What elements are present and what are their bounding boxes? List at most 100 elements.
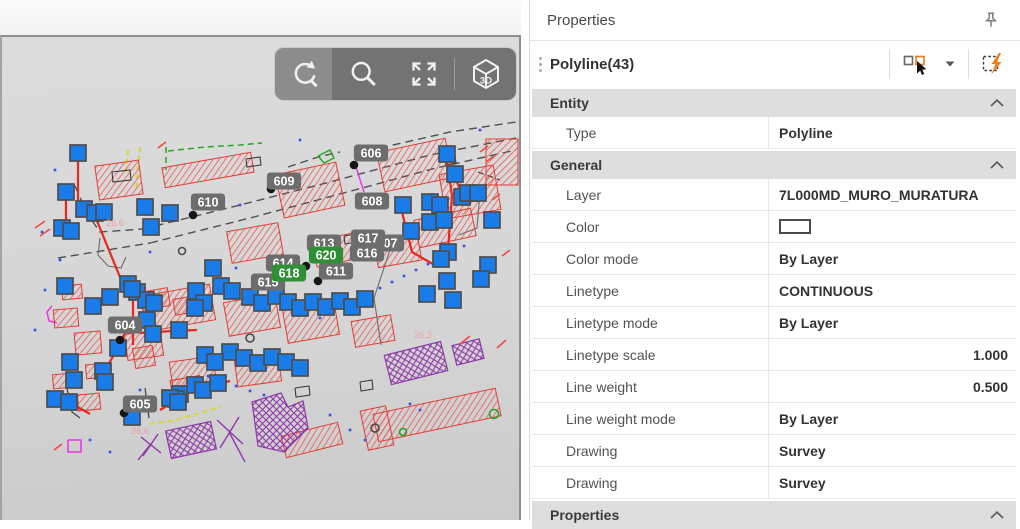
drawing-viewport: 26.626.326.66096106066086076166176136156… bbox=[0, 0, 521, 520]
survey-drawing[interactable]: 26.626.326.66096106066086076166176136156… bbox=[2, 37, 519, 520]
survey-marker[interactable] bbox=[102, 289, 118, 305]
prop-value[interactable]: 1.000 bbox=[769, 339, 1016, 370]
drag-handle-icon[interactable] bbox=[539, 63, 542, 66]
section-header-entity[interactable]: Entity bbox=[532, 89, 1016, 117]
quick-select-button[interactable] bbox=[980, 50, 1008, 78]
pick-entities-button[interactable] bbox=[901, 51, 932, 78]
survey-marker[interactable] bbox=[395, 197, 411, 213]
prop-value[interactable]: By Layer bbox=[769, 307, 1016, 338]
survey-marker[interactable] bbox=[432, 197, 448, 213]
map-label-617[interactable]: 617 bbox=[351, 230, 385, 247]
prop-row-drawing: DrawingSurvey bbox=[532, 467, 1016, 499]
zoom-button[interactable] bbox=[332, 48, 393, 100]
map-label-606[interactable]: 606 bbox=[354, 145, 388, 162]
dimension-text: 26.3 bbox=[414, 330, 432, 340]
prop-name: Color mode bbox=[532, 243, 769, 274]
survey-marker[interactable] bbox=[171, 322, 187, 338]
prop-value[interactable]: By Layer bbox=[769, 403, 1016, 434]
survey-marker[interactable] bbox=[187, 300, 203, 316]
collapse-chevron-icon[interactable] bbox=[990, 161, 1004, 169]
survey-marker[interactable] bbox=[439, 273, 455, 289]
survey-marker[interactable] bbox=[470, 185, 486, 201]
survey-marker[interactable] bbox=[124, 281, 140, 297]
survey-marker[interactable] bbox=[162, 205, 178, 221]
survey-marker[interactable] bbox=[210, 375, 226, 391]
map-label-608[interactable]: 608 bbox=[355, 193, 389, 210]
map-label-618[interactable]: 618 bbox=[272, 265, 306, 282]
svg-text:616: 616 bbox=[357, 247, 378, 261]
prop-name: Linetype bbox=[532, 275, 769, 306]
prop-name: Drawing bbox=[532, 435, 769, 466]
map-label-611[interactable]: 611 bbox=[319, 263, 353, 280]
pick-entities-icon bbox=[903, 53, 930, 76]
survey-marker[interactable] bbox=[97, 374, 113, 390]
prop-row-color-mode: Color modeBy Layer bbox=[532, 243, 1016, 275]
pin-icon[interactable] bbox=[982, 11, 1000, 29]
map-canvas[interactable]: 26.626.326.66096106066086076166176136156… bbox=[0, 35, 521, 520]
pick-mode-dropdown[interactable] bbox=[943, 59, 957, 69]
survey-marker[interactable] bbox=[436, 212, 452, 228]
prop-name: Drawing bbox=[532, 467, 769, 498]
prop-value[interactable] bbox=[769, 211, 1016, 242]
zoom-extents-button[interactable] bbox=[393, 48, 454, 100]
prop-row-layer: Layer7L000MD_MURO_MURATURA bbox=[532, 179, 1016, 211]
prop-value[interactable]: CONTINUOUS bbox=[769, 275, 1016, 306]
survey-marker[interactable] bbox=[447, 166, 463, 182]
survey-marker[interactable] bbox=[484, 212, 500, 228]
survey-marker[interactable] bbox=[433, 251, 449, 267]
separator bbox=[889, 49, 890, 79]
survey-marker[interactable] bbox=[146, 295, 162, 311]
svg-text:605: 605 bbox=[130, 398, 151, 412]
survey-marker[interactable] bbox=[145, 326, 161, 342]
survey-marker[interactable] bbox=[207, 354, 223, 370]
survey-marker[interactable] bbox=[85, 298, 101, 314]
prop-value[interactable]: Polyline bbox=[769, 117, 1016, 148]
section-label: Entity bbox=[550, 95, 589, 111]
svg-text:610: 610 bbox=[198, 196, 219, 210]
survey-marker[interactable] bbox=[57, 278, 73, 294]
map-label-616[interactable]: 616 bbox=[350, 245, 384, 262]
prop-value[interactable]: By Layer bbox=[769, 243, 1016, 274]
survey-marker[interactable] bbox=[170, 394, 186, 410]
section-header-general[interactable]: General bbox=[532, 151, 1016, 179]
survey-marker[interactable] bbox=[445, 292, 461, 308]
prop-row-linetype-scale: Linetype scale1.000 bbox=[532, 339, 1016, 371]
survey-marker[interactable] bbox=[58, 184, 74, 200]
survey-marker[interactable] bbox=[61, 394, 77, 410]
survey-marker[interactable] bbox=[473, 271, 489, 287]
section-header-properties[interactable]: Properties bbox=[532, 501, 1016, 529]
collapse-chevron-icon[interactable] bbox=[990, 511, 1004, 519]
survey-marker[interactable] bbox=[224, 283, 240, 299]
survey-marker[interactable] bbox=[137, 199, 153, 215]
prop-value[interactable]: Survey bbox=[769, 467, 1016, 498]
prop-value[interactable]: Survey bbox=[769, 435, 1016, 466]
prop-name: Linetype scale bbox=[532, 339, 769, 370]
view-3d-button[interactable]: 3D bbox=[455, 48, 516, 100]
survey-marker[interactable] bbox=[357, 291, 373, 307]
map-label-620[interactable]: 620 bbox=[309, 247, 343, 264]
survey-marker[interactable] bbox=[62, 354, 78, 370]
map-label-609[interactable]: 609 bbox=[267, 173, 301, 190]
survey-marker[interactable] bbox=[439, 146, 455, 162]
cube-3d-label: 3D bbox=[479, 76, 491, 87]
survey-marker[interactable] bbox=[70, 145, 86, 161]
map-label-604[interactable]: 604 bbox=[108, 317, 142, 334]
survey-marker[interactable] bbox=[292, 360, 308, 376]
survey-marker[interactable] bbox=[143, 219, 159, 235]
survey-marker[interactable] bbox=[205, 260, 221, 276]
survey-marker[interactable] bbox=[63, 223, 79, 239]
survey-marker[interactable] bbox=[419, 286, 435, 302]
collapse-chevron-icon[interactable] bbox=[990, 99, 1004, 107]
survey-marker[interactable] bbox=[66, 372, 82, 388]
rotate-view-button[interactable] bbox=[275, 48, 332, 100]
map-label-610[interactable]: 610 bbox=[191, 194, 225, 211]
survey-marker[interactable] bbox=[195, 382, 211, 398]
map-label-605[interactable]: 605 bbox=[123, 396, 157, 413]
svg-text:608: 608 bbox=[362, 195, 383, 209]
svg-text:611: 611 bbox=[326, 265, 346, 279]
prop-row-line-weight-mode: Line weight modeBy Layer bbox=[532, 403, 1016, 435]
prop-value[interactable]: 0.500 bbox=[769, 371, 1016, 402]
color-swatch[interactable] bbox=[779, 219, 811, 234]
survey-marker[interactable] bbox=[403, 223, 419, 239]
prop-value[interactable]: 7L000MD_MURO_MURATURA bbox=[769, 179, 1016, 210]
